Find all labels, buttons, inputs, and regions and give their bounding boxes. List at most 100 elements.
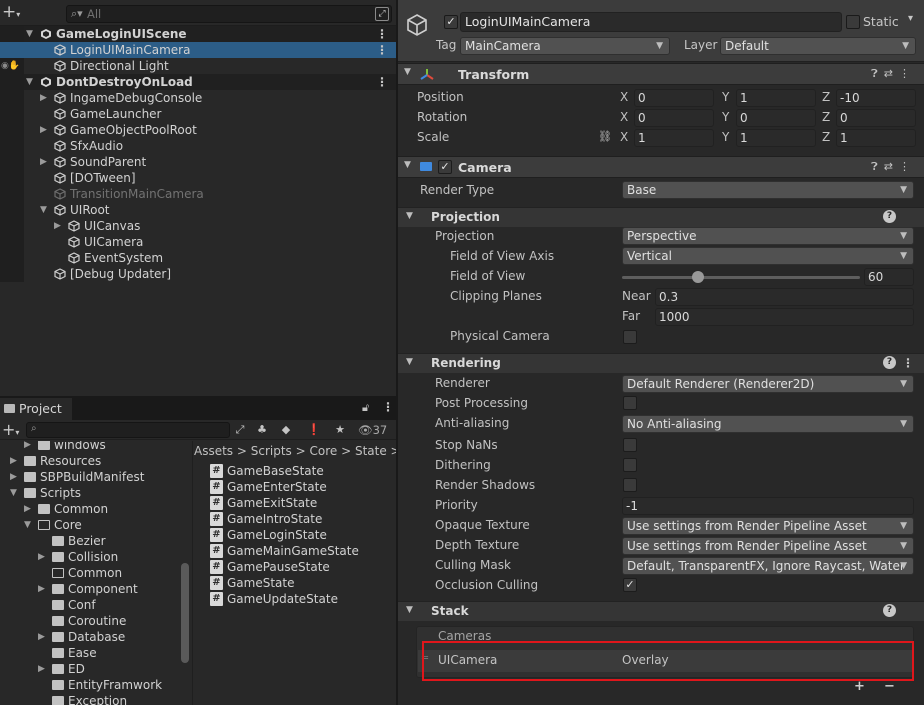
- scale-z-field[interactable]: 1: [836, 129, 916, 147]
- constrain-proportions-icon[interactable]: ⛓: [598, 130, 612, 143]
- opaque-texture-dropdown[interactable]: Use settings from Render Pipeline Asset ▼: [622, 517, 914, 535]
- label-filter-icon[interactable]: ◆: [278, 422, 294, 438]
- script-file-item[interactable]: # GameState: [210, 575, 390, 591]
- hierarchy-row[interactable]: GameLauncher: [0, 106, 396, 122]
- preset-icon[interactable]: ⇄: [884, 67, 899, 80]
- position-y-field[interactable]: 1: [736, 89, 816, 107]
- hierarchy-row[interactable]: ▶ UICanvas: [0, 218, 396, 234]
- axis-label-1[interactable]: Y: [722, 110, 729, 124]
- projection-section-header[interactable]: ▼ Projection ?: [398, 207, 924, 227]
- axis-label-1[interactable]: Y: [722, 130, 729, 144]
- object-name-field[interactable]: LoginUIMainCamera: [460, 12, 842, 32]
- component-menu-icon[interactable]: ⋮: [899, 160, 916, 173]
- search-scope-icon[interactable]: ⤢: [232, 422, 248, 438]
- help-icon[interactable]: ❓︎: [871, 160, 884, 173]
- transform-header[interactable]: ▼ Transform ❓︎⇄⋮: [398, 63, 924, 85]
- occlusion-culling-checkbox[interactable]: ✓: [623, 578, 637, 592]
- lock-icon[interactable]: 🔓︎: [362, 401, 369, 415]
- row-gutter[interactable]: [0, 122, 24, 138]
- hierarchy-row[interactable]: [Debug Updater]: [0, 266, 396, 282]
- collapse-arrow-icon[interactable]: ▶: [40, 122, 50, 138]
- dithering-checkbox[interactable]: [623, 458, 637, 472]
- row-gutter[interactable]: [0, 266, 24, 282]
- expand-arrow-icon[interactable]: ▼: [26, 74, 36, 90]
- collapse-arrow-icon[interactable]: ▶: [10, 453, 17, 469]
- row-gutter[interactable]: [0, 74, 24, 90]
- priority-field[interactable]: -1: [622, 497, 914, 515]
- row-gutter[interactable]: [0, 26, 24, 42]
- renderer-dropdown[interactable]: Default Renderer (Renderer2D) ▼: [622, 375, 914, 393]
- script-file-item[interactable]: # GameEnterState: [210, 479, 390, 495]
- row-menu-icon[interactable]: ⋮: [376, 74, 388, 90]
- scene-row[interactable]: ▼ GameLoginUIScene ⋮: [0, 26, 396, 42]
- collapse-arrow-icon[interactable]: ▶: [38, 549, 45, 565]
- hierarchy-row[interactable]: EventSystem: [0, 250, 396, 266]
- axis-label-2[interactable]: Z: [822, 130, 830, 144]
- scene-filter-icon[interactable]: ⤢: [375, 7, 389, 21]
- hierarchy-row[interactable]: [DOTween]: [0, 170, 396, 186]
- component-header-icons[interactable]: ❓︎⇄⋮: [871, 160, 916, 174]
- collapse-arrow-icon[interactable]: ▶: [24, 441, 31, 453]
- fov-field[interactable]: 60: [864, 268, 914, 286]
- render-shadows-checkbox[interactable]: [623, 478, 637, 492]
- breadcrumb-item[interactable]: Assets: [194, 444, 233, 458]
- component-menu-icon[interactable]: ⋮: [899, 67, 916, 80]
- expand-arrow-icon[interactable]: ▼: [26, 26, 36, 42]
- row-gutter[interactable]: [0, 170, 24, 186]
- position-z-field[interactable]: -10: [836, 89, 916, 107]
- rendering-section-header[interactable]: ▼ Rendering ? ⋮: [398, 353, 924, 373]
- project-search-input[interactable]: ⌕: [26, 422, 230, 438]
- active-checkbox[interactable]: ✓: [444, 15, 458, 29]
- script-file-item[interactable]: # GameIntroState: [210, 511, 390, 527]
- row-gutter[interactable]: [0, 138, 24, 154]
- row-menu-icon[interactable]: ⋮: [376, 26, 388, 42]
- projection-dropdown[interactable]: Perspective ▼: [622, 227, 914, 245]
- collapse-arrow-icon[interactable]: ▼: [406, 211, 413, 221]
- axis-label-2[interactable]: Z: [822, 90, 830, 104]
- visibility-eye-icon[interactable]: ◉✋: [1, 58, 20, 74]
- hierarchy-row[interactable]: LoginUIMainCamera ⋮: [0, 42, 396, 58]
- hierarchy-search-input[interactable]: ⌕▾ All ⤢: [66, 5, 392, 23]
- collapse-arrow-icon[interactable]: ▼: [406, 357, 413, 367]
- script-file-item[interactable]: # GamePauseState: [210, 559, 390, 575]
- axis-label-0[interactable]: X: [620, 110, 628, 124]
- expand-arrow-icon[interactable]: ▼: [40, 202, 50, 218]
- breadcrumb-item[interactable]: State: [355, 444, 387, 458]
- axis-label-1[interactable]: Y: [722, 90, 729, 104]
- layer-dropdown[interactable]: Default ▼: [720, 37, 916, 55]
- hidden-packages-count[interactable]: 👁︎37: [358, 423, 387, 437]
- script-file-item[interactable]: # GameUpdateState: [210, 591, 390, 607]
- rotation-z-field[interactable]: 0: [836, 109, 916, 127]
- panel-divider[interactable]: [192, 441, 193, 705]
- hierarchy-row[interactable]: UICamera: [0, 234, 396, 250]
- position-x-field[interactable]: 0: [634, 89, 714, 107]
- script-file-item[interactable]: # GameBaseState: [210, 463, 390, 479]
- axis-label-0[interactable]: X: [620, 90, 628, 104]
- post-processing-checkbox[interactable]: [623, 396, 637, 410]
- rotation-y-field[interactable]: 0: [736, 109, 816, 127]
- render-type-dropdown[interactable]: Base ▼: [622, 181, 914, 199]
- type-filter-icon[interactable]: ♣: [254, 422, 270, 438]
- collapse-arrow-icon[interactable]: ▶: [24, 501, 31, 517]
- fov-slider-handle[interactable]: [692, 271, 705, 283]
- near-field[interactable]: 0.3: [655, 288, 914, 306]
- far-field[interactable]: 1000: [655, 308, 914, 326]
- section-menu-icon[interactable]: ⋮: [902, 356, 914, 370]
- script-file-item[interactable]: # GameLoginState: [210, 527, 390, 543]
- fov-slider-track[interactable]: [622, 276, 860, 279]
- culling-mask-dropdown[interactable]: Default, TransparentFX, Ignore Raycast, …: [622, 557, 914, 575]
- component-header-icons[interactable]: ❓︎⇄⋮: [871, 67, 916, 81]
- collapse-arrow-icon[interactable]: ▶: [38, 581, 45, 597]
- collapse-arrow-icon[interactable]: ▶: [10, 469, 17, 485]
- hierarchy-row[interactable]: ▶ SoundParent: [0, 154, 396, 170]
- collapse-arrow-icon[interactable]: ▼: [406, 605, 413, 615]
- row-gutter[interactable]: [0, 250, 24, 266]
- collapse-arrow-icon[interactable]: ▶: [40, 154, 50, 170]
- row-gutter[interactable]: [0, 90, 24, 106]
- row-gutter[interactable]: [0, 106, 24, 122]
- project-tab[interactable]: Project: [0, 398, 72, 420]
- script-file-item[interactable]: # GameMainGameState: [210, 543, 390, 559]
- hierarchy-row[interactable]: ▶ IngameDebugConsole: [0, 90, 396, 106]
- help-icon[interactable]: ?: [883, 604, 896, 617]
- anti-aliasing-dropdown[interactable]: No Anti-aliasing ▼: [622, 415, 914, 433]
